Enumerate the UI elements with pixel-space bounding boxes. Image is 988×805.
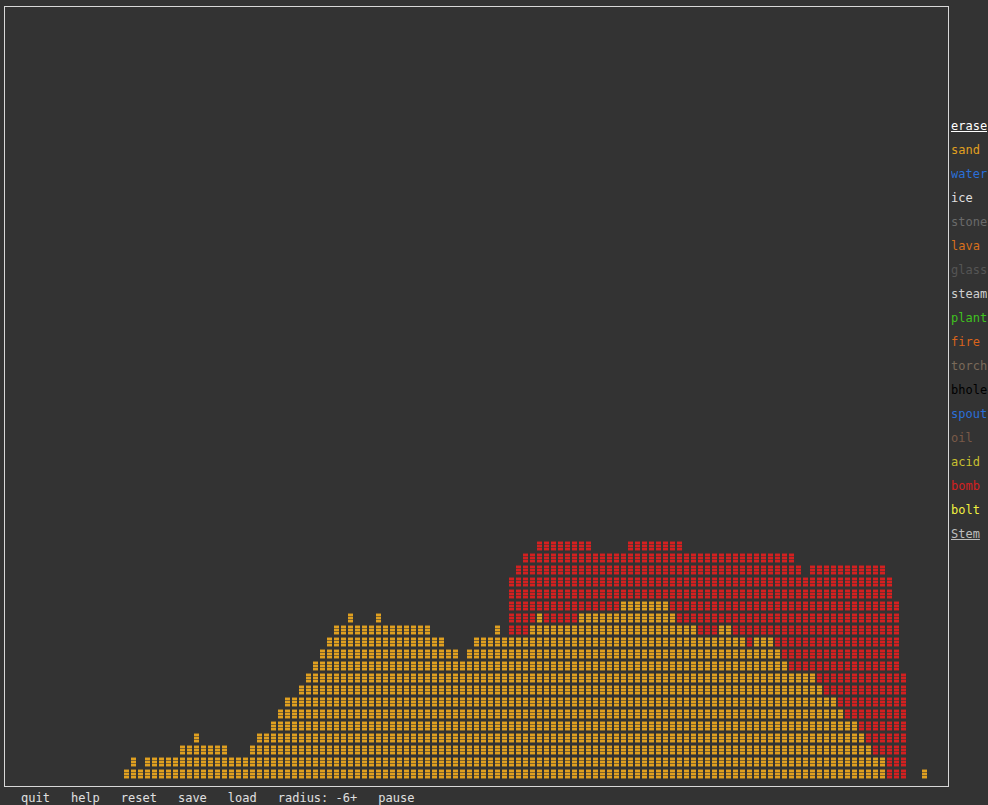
menu-item[interactable]: acid [951,450,987,474]
particle-span [250,745,873,755]
particle-span [838,697,908,707]
particle-span [579,613,677,623]
menu-item[interactable]: fire [951,330,987,354]
particle-span [285,697,838,707]
particle-span [866,733,908,743]
menu-item[interactable]: water [951,162,987,186]
particle-span [845,709,908,719]
particle-span [817,673,908,683]
particle-span [306,673,817,683]
particle-span [747,637,754,647]
particle-span [698,625,719,635]
menu-item[interactable]: plant [951,306,987,330]
particle-span [670,601,901,611]
particle-span [537,541,593,551]
particle-span [257,733,866,743]
menu-item[interactable]: lava [951,234,987,258]
particle-span [180,745,229,755]
particle-span [782,649,901,659]
particle-span [621,601,670,611]
bar-button[interactable]: save [178,791,207,805]
particle-span [313,661,789,671]
particle-span [775,637,901,647]
particle-span [509,613,537,623]
particle-span [474,637,747,647]
menu-item[interactable]: bolt [951,498,987,522]
menu-item[interactable]: bhole [951,378,987,402]
particle-span [516,565,803,575]
particle-span [537,613,544,623]
element-menu: erasesandwatericestonelavaglasssteamplan… [951,0,987,790]
particle-span [467,649,782,659]
particle-span [873,745,908,755]
menu-item[interactable]: stone [951,210,987,234]
menu-item[interactable]: ice [951,186,987,210]
particle-span [495,625,502,635]
particle-span [628,541,684,551]
particle-span [922,769,929,779]
menu-item[interactable]: oil [951,426,987,450]
particle-span [509,625,530,635]
sand-canvas[interactable] [4,6,949,787]
particle-span [810,565,887,575]
particle-span [131,757,138,767]
menu-item[interactable]: torch [951,354,987,378]
particle-span [733,625,901,635]
bar-button[interactable]: reset [121,791,157,805]
menu-item[interactable]: spout [951,402,987,426]
particle-span [334,625,432,635]
particle-span [271,721,859,731]
particle-span [124,769,887,779]
menu-item[interactable]: sand [951,138,987,162]
particle-span [887,769,908,779]
particle-span [719,625,733,635]
particle-span [509,601,621,611]
particle-span [509,577,894,587]
menu-item[interactable]: steam [951,282,987,306]
particle-span [530,625,698,635]
menu-item[interactable]: Stem [951,522,987,546]
particle-span [327,637,446,647]
particle-span [348,613,355,623]
bottom-bar: quit help reset save load radius: -6+ pause [0,790,988,805]
particle-span [544,613,579,623]
particle-span [859,721,908,731]
particle-span [145,757,887,767]
particle-span [376,613,383,623]
particle-span [824,685,908,695]
bar-button[interactable]: pause [378,791,414,805]
particle-span [887,757,908,767]
bar-button[interactable]: quit [21,791,50,805]
menu-item[interactable]: glass [951,258,987,282]
particle-span [677,613,901,623]
particle-span [754,637,775,647]
bar-button[interactable]: radius: -6+ [278,791,357,805]
particle-span [509,589,894,599]
particle-span [278,709,845,719]
particle-span [789,661,901,671]
bar-button[interactable]: load [228,791,257,805]
particle-span [523,553,796,563]
particle-span [320,649,460,659]
particle-span [194,733,201,743]
bar-button[interactable]: help [71,791,100,805]
particle-span [299,685,824,695]
menu-item[interactable]: erase [951,114,987,138]
menu-item[interactable]: bomb [951,474,987,498]
